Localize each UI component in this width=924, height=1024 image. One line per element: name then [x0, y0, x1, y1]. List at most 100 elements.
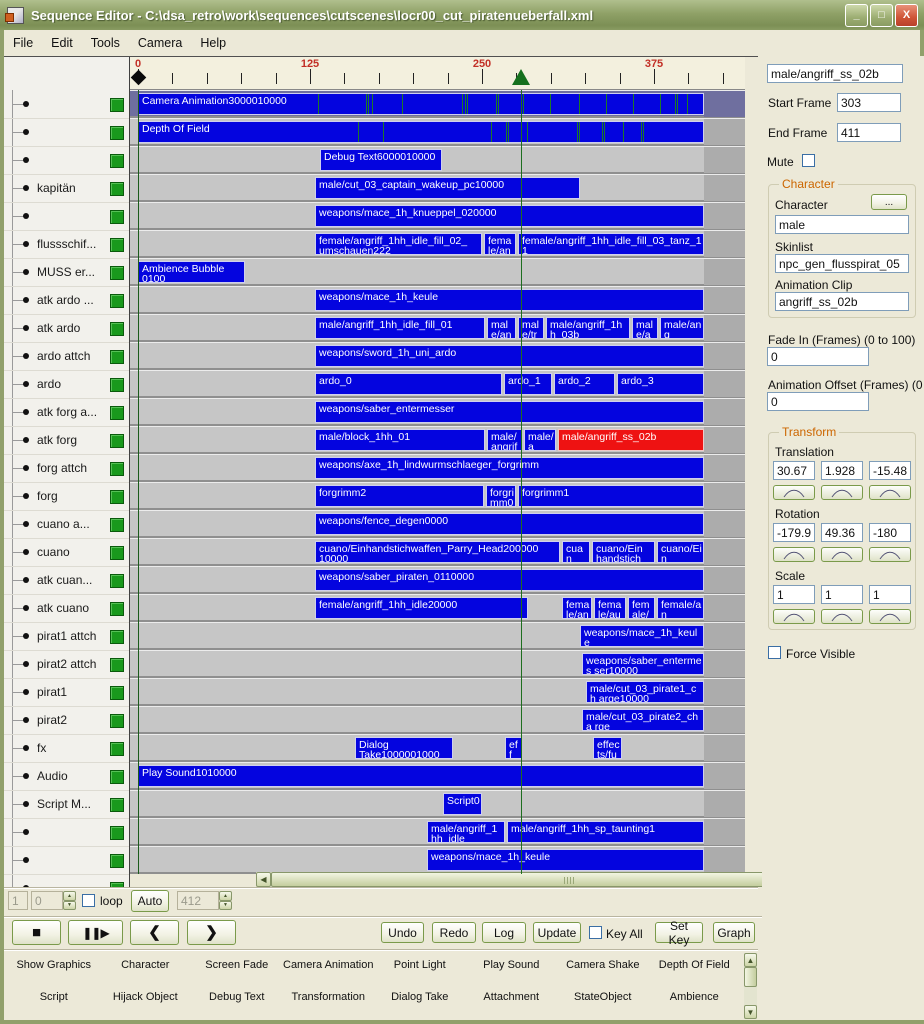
tree-row-atk-forg-a[interactable]: atk forg a...: [4, 398, 129, 427]
timeline-ruler[interactable]: 0125250375: [130, 57, 745, 90]
timeline-track-row-2[interactable]: Depth Of Field: [130, 118, 745, 144]
timeline-track-row-11[interactable]: ardo_0ardo_1ardo_2ardo_3: [130, 370, 745, 396]
timeline-bar[interactable]: Depth Of Field: [138, 121, 704, 143]
tree-row-atk-cuan[interactable]: atk cuan...: [4, 566, 129, 595]
force-visible-checkbox[interactable]: [768, 646, 781, 659]
track-enabled-indicator[interactable]: [110, 658, 124, 672]
timeline-bar[interactable]: male/angriff_1h h_03b: [546, 317, 630, 339]
tree-row-3[interactable]: [4, 146, 129, 175]
track-enabled-indicator[interactable]: [110, 630, 124, 644]
palette-scroll-thumb[interactable]: [744, 967, 757, 987]
timeline-bar[interactable]: fema le/an: [562, 597, 592, 619]
tree-row-29[interactable]: [4, 874, 129, 887]
tool-character[interactable]: Character: [100, 955, 192, 987]
rotation-x-field[interactable]: [773, 523, 815, 542]
timeline-bar[interactable]: male/cut_03_captain_wakeup_pc10000: [315, 177, 580, 199]
timeline-bar[interactable]: cuano/Ein handstich: [657, 541, 704, 563]
playhead-marker[interactable]: [512, 69, 530, 85]
track-enabled-indicator[interactable]: [110, 574, 124, 588]
tool-camera-animation[interactable]: Camera Animation: [283, 955, 375, 987]
mute-checkbox[interactable]: [802, 154, 815, 167]
translation-y-curve-button[interactable]: [821, 485, 863, 500]
timeline-bar[interactable]: female/angriff_1hh_idle_fill_03_tanz_1 1: [518, 233, 704, 255]
timeline-bar[interactable]: weapons/saber_piraten_0110000: [315, 569, 704, 591]
timeline-track-row-18[interactable]: weapons/saber_piraten_0110000: [130, 566, 745, 592]
timeline-bar[interactable]: male/a uswei: [524, 429, 556, 451]
timeline-track-row-26[interactable]: Script0: [130, 790, 745, 816]
tool-screen-fade[interactable]: Screen Fade: [191, 955, 283, 987]
track-enabled-indicator[interactable]: [110, 406, 124, 420]
character-field[interactable]: [775, 215, 909, 234]
rotation-z-field[interactable]: [869, 523, 911, 542]
timeline-bar[interactable]: forgrimm1: [518, 485, 704, 507]
track-enabled-indicator[interactable]: [110, 602, 124, 616]
track-enabled-indicator[interactable]: [110, 462, 124, 476]
tree-row-atk-cuano[interactable]: atk cuano: [4, 594, 129, 623]
auto-button[interactable]: Auto: [131, 890, 169, 912]
scale-y-curve-button[interactable]: [821, 609, 863, 624]
timeline-bar[interactable]: effec ts/fu: [593, 737, 622, 759]
start-frame-field[interactable]: [837, 93, 901, 112]
timeline-track-row-19[interactable]: female/angriff_1hh_idle20000fema le/anfe…: [130, 594, 745, 620]
tool-attachment[interactable]: Attachment: [466, 987, 558, 1017]
track-enabled-indicator[interactable]: [110, 322, 124, 336]
timeline-bar[interactable]: weapons/mace_1h_keule: [315, 289, 704, 311]
timeline-bar[interactable]: cuano/Einhandstichwaffen_Parry_Head20000…: [315, 541, 560, 563]
pause-play-button[interactable]: ❚❚▶: [68, 920, 123, 945]
tool-play-sound[interactable]: Play Sound: [466, 955, 558, 987]
tree-row-2[interactable]: [4, 118, 129, 147]
tool-show-graphics[interactable]: Show Graphics: [8, 955, 100, 987]
menu-file[interactable]: File: [4, 32, 42, 54]
scale-z-field[interactable]: [869, 585, 911, 604]
log-button[interactable]: Log: [482, 922, 526, 943]
tree-row-pirat2[interactable]: pirat2: [4, 706, 129, 735]
timeline-bar[interactable]: male/ angrif: [487, 429, 522, 451]
redo-button[interactable]: Redo: [432, 922, 476, 943]
tree-row-forg[interactable]: forg: [4, 482, 129, 511]
menu-camera[interactable]: Camera: [129, 32, 191, 54]
translation-y-field[interactable]: [821, 461, 863, 480]
track-enabled-indicator[interactable]: [110, 798, 124, 812]
timeline-bar[interactable]: male/block_1hh_01: [315, 429, 485, 451]
timeline-bar[interactable]: weapons/saber_entermesser: [315, 401, 704, 423]
track-enabled-indicator[interactable]: [110, 518, 124, 532]
timeline-bar[interactable]: fem ale/: [628, 597, 655, 619]
track-enabled-indicator[interactable]: [110, 854, 124, 868]
tree-row-27[interactable]: [4, 818, 129, 847]
timeline-bar-selected[interactable]: male/angriff_ss_02b: [558, 429, 704, 451]
tool-debug-text[interactable]: Debug Text: [191, 987, 283, 1017]
timeline-bar[interactable]: mal e/an: [632, 317, 658, 339]
animation-offset-field[interactable]: [767, 392, 869, 411]
timeline-bar[interactable]: weapons/fence_degen0000: [315, 513, 704, 535]
loop-checkbox[interactable]: [82, 894, 95, 907]
tree-row-muss-er[interactable]: MUSS er...: [4, 258, 129, 287]
timeline-track-row-17[interactable]: cuano/Einhandstichwaffen_Parry_Head20000…: [130, 538, 745, 564]
menu-tools[interactable]: Tools: [82, 32, 129, 54]
scale-x-curve-button[interactable]: [773, 609, 815, 624]
tree-row-audio[interactable]: Audio: [4, 762, 129, 791]
tool-stateobject[interactable]: StateObject: [557, 987, 649, 1017]
track-enabled-indicator[interactable]: [110, 210, 124, 224]
tree-row-atk-ardo[interactable]: atk ardo ...: [4, 286, 129, 315]
timeline-bar[interactable]: forgrimm2: [315, 485, 484, 507]
timeline-bar[interactable]: fema le/an: [484, 233, 516, 255]
tree-row-ardo-attch[interactable]: ardo attch: [4, 342, 129, 371]
minimize-button[interactable]: _: [845, 4, 868, 27]
track-enabled-indicator[interactable]: [110, 714, 124, 728]
timeline-track-row-27[interactable]: male/angriff_1 hh_idlemale/angriff_1hh_s…: [130, 818, 745, 844]
timeline-bar[interactable]: Play Sound1010000: [138, 765, 704, 787]
track-enabled-indicator[interactable]: [110, 266, 124, 280]
translation-z-curve-button[interactable]: [869, 485, 911, 500]
fade-in-field[interactable]: [767, 347, 869, 366]
step-back-button[interactable]: ❮: [130, 920, 179, 945]
track-enabled-indicator[interactable]: [110, 826, 124, 840]
tree-row-5[interactable]: [4, 202, 129, 231]
tree-row-atk-ardo[interactable]: atk ardo: [4, 314, 129, 343]
timeline-bar[interactable]: ardo_0: [315, 373, 502, 395]
timeline-track-row-25[interactable]: Play Sound1010000: [130, 762, 745, 788]
menu-help[interactable]: Help: [191, 32, 235, 54]
timeline-track-row-21[interactable]: weapons/saber_entermes ser10000: [130, 650, 745, 676]
tree-row-atk-forg[interactable]: atk forg: [4, 426, 129, 455]
timeline-bar[interactable]: male/angriff_1hh_sp_taunting1: [507, 821, 704, 843]
timeline-bar[interactable]: ardo_2: [554, 373, 615, 395]
